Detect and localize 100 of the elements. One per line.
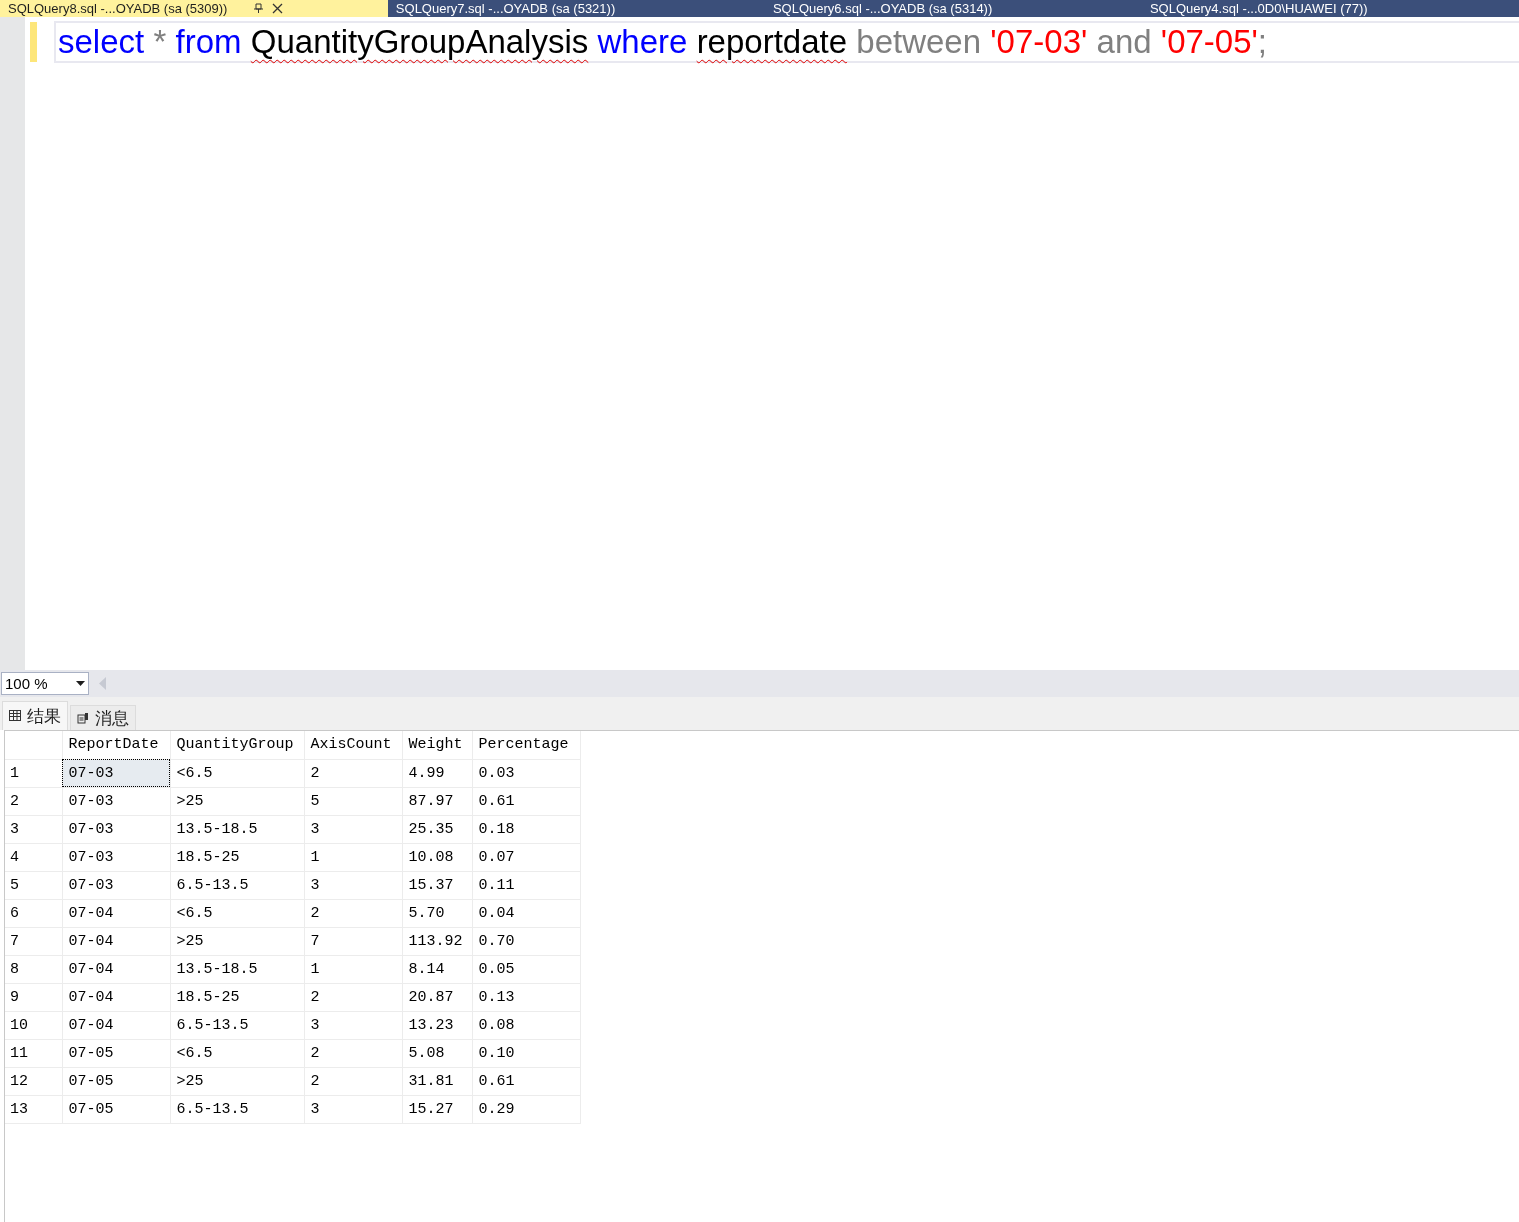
table-cell: 20.87 bbox=[402, 983, 472, 1011]
table-cell: 07-04 bbox=[62, 899, 170, 927]
document-tab[interactable]: SQLQuery4.sql -...0D0\HUAWEI (77)) bbox=[1141, 0, 1519, 17]
zoom-dropdown[interactable]: 100 % bbox=[1, 672, 89, 695]
row-number: 10 bbox=[5, 1011, 62, 1039]
table-cell: 5.70 bbox=[402, 899, 472, 927]
table-cell: <6.5 bbox=[170, 759, 304, 787]
code-token: from bbox=[175, 23, 242, 61]
result-tab[interactable]: 消息 bbox=[70, 705, 136, 730]
table-cell: 0.11 bbox=[472, 871, 580, 899]
table-cell: 18.5-25 bbox=[170, 843, 304, 871]
table-cell: 0.10 bbox=[472, 1039, 580, 1067]
table-cell: 13.5-18.5 bbox=[170, 815, 304, 843]
table-cell: 07-03 bbox=[62, 843, 170, 871]
table-cell: 8.14 bbox=[402, 955, 472, 983]
table-cell: 2 bbox=[304, 759, 402, 787]
table-cell: 0.13 bbox=[472, 983, 580, 1011]
table-cell: 0.08 bbox=[472, 1011, 580, 1039]
table-cell: 0.07 bbox=[472, 843, 580, 871]
table-cell: 15.27 bbox=[402, 1095, 472, 1123]
row-number: 12 bbox=[5, 1067, 62, 1095]
row-number: 5 bbox=[5, 871, 62, 899]
table-cell: 10.08 bbox=[402, 843, 472, 871]
code-token: ; bbox=[1257, 23, 1268, 61]
result-tab[interactable]: 结果 bbox=[2, 701, 68, 730]
pin-icon[interactable] bbox=[253, 3, 265, 14]
table-cell: 07-04 bbox=[62, 927, 170, 955]
table-cell: 3 bbox=[304, 1095, 402, 1123]
table-cell: >25 bbox=[170, 787, 304, 815]
table-cell: 2 bbox=[304, 1067, 402, 1095]
table-cell: 07-03 bbox=[62, 787, 170, 815]
document-tab[interactable]: SQLQuery6.sql -...OYADB (sa (5314)) bbox=[764, 0, 1142, 17]
table-cell: 07-04 bbox=[62, 1011, 170, 1039]
table-cell: 2 bbox=[304, 1039, 402, 1067]
table-cell: 07-05 bbox=[62, 1095, 170, 1123]
column-header[interactable]: Percentage bbox=[472, 731, 580, 759]
row-number: 3 bbox=[5, 815, 62, 843]
table-cell: 07-04 bbox=[62, 955, 170, 983]
table-cell: 1 bbox=[304, 843, 402, 871]
table-cell: 07-05 bbox=[62, 1039, 170, 1067]
table-cell: 18.5-25 bbox=[170, 983, 304, 1011]
document-tab[interactable]: SQLQuery8.sql -...OYADB (sa (5309)) bbox=[0, 0, 388, 17]
row-number: 7 bbox=[5, 927, 62, 955]
code-token: QuantityGroupAnalysis bbox=[250, 23, 589, 61]
code-token: reportdate bbox=[696, 23, 848, 61]
code-token: between bbox=[856, 23, 982, 61]
table-cell: 07-05 bbox=[62, 1067, 170, 1095]
row-number: 13 bbox=[5, 1095, 62, 1123]
document-tab[interactable]: SQLQuery7.sql -...OYADB (sa (5321)) bbox=[387, 0, 765, 17]
row-number: 11 bbox=[5, 1039, 62, 1067]
table-cell: 5.08 bbox=[402, 1039, 472, 1067]
table-cell: 0.29 bbox=[472, 1095, 580, 1123]
column-header[interactable]: Weight bbox=[402, 731, 472, 759]
code-token: * bbox=[153, 23, 167, 61]
row-number: 8 bbox=[5, 955, 62, 983]
row-number: 9 bbox=[5, 983, 62, 1011]
table-cell: 0.61 bbox=[472, 787, 580, 815]
table-cell: 13.5-18.5 bbox=[170, 955, 304, 983]
column-header[interactable]: QuantityGroup bbox=[170, 731, 304, 759]
table-cell: <6.5 bbox=[170, 1039, 304, 1067]
table-cell: 5 bbox=[304, 787, 402, 815]
table-cell: 0.05 bbox=[472, 955, 580, 983]
table-cell: 0.70 bbox=[472, 927, 580, 955]
table-cell: 0.61 bbox=[472, 1067, 580, 1095]
table-cell: 07-03 bbox=[62, 759, 170, 787]
close-icon[interactable] bbox=[272, 3, 284, 14]
column-header[interactable]: AxisCount bbox=[304, 731, 402, 759]
table-cell: 2 bbox=[304, 983, 402, 1011]
code-token: select bbox=[58, 23, 145, 61]
code-token: where bbox=[597, 23, 688, 61]
table-cell: 6.5-13.5 bbox=[170, 1011, 304, 1039]
code-token: '07-05' bbox=[1160, 23, 1258, 61]
table-cell: 31.81 bbox=[402, 1067, 472, 1095]
table-cell: 6.5-13.5 bbox=[170, 871, 304, 899]
caret-icon bbox=[76, 681, 85, 686]
table-cell: 0.18 bbox=[472, 815, 580, 843]
table-cell: 0.03 bbox=[472, 759, 580, 787]
table-cell: 7 bbox=[304, 927, 402, 955]
table-cell: 113.92 bbox=[402, 927, 472, 955]
table-cell: 07-03 bbox=[62, 815, 170, 843]
table-cell: 0.04 bbox=[472, 899, 580, 927]
table-cell: 07-03 bbox=[62, 871, 170, 899]
code-token: and bbox=[1096, 23, 1152, 61]
table-cell: 3 bbox=[304, 815, 402, 843]
table-cell: 87.97 bbox=[402, 787, 472, 815]
table-cell: 1 bbox=[304, 955, 402, 983]
table-cell: >25 bbox=[170, 927, 304, 955]
table-cell: 4.99 bbox=[402, 759, 472, 787]
table-cell: 6.5-13.5 bbox=[170, 1095, 304, 1123]
row-number: 6 bbox=[5, 899, 62, 927]
table-cell: >25 bbox=[170, 1067, 304, 1095]
document-icon bbox=[77, 712, 89, 724]
table-cell: 2 bbox=[304, 899, 402, 927]
grid-icon bbox=[9, 710, 21, 722]
table-cell: 25.35 bbox=[402, 815, 472, 843]
table-cell: 13.23 bbox=[402, 1011, 472, 1039]
table-cell: <6.5 bbox=[170, 899, 304, 927]
table-cell: 15.37 bbox=[402, 871, 472, 899]
table-cell: 3 bbox=[304, 871, 402, 899]
row-number: 4 bbox=[5, 843, 62, 871]
